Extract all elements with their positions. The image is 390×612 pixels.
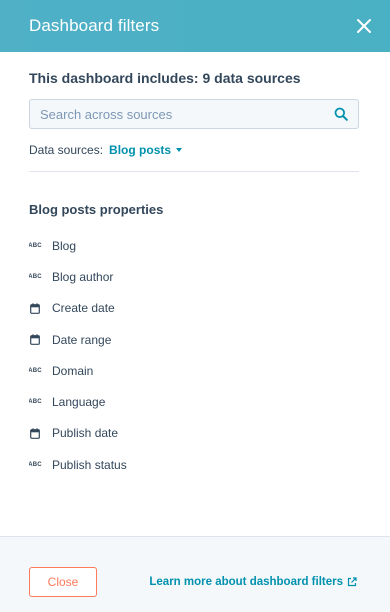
property-label: Publish date — [52, 426, 119, 441]
data-sources-row: Data sources: Blog posts — [29, 143, 359, 157]
divider — [29, 171, 359, 172]
text-property-icon: ABC — [29, 461, 42, 468]
property-list[interactable]: ABC Blog ABC Blog author Create date Date ran… — [29, 230, 359, 478]
property-item[interactable]: ABC Blog — [29, 230, 359, 261]
data-sources-selected: Blog posts — [109, 143, 172, 157]
property-item[interactable]: ABC Publish status — [29, 449, 359, 478]
search-box[interactable] — [29, 99, 359, 129]
text-property-icon: ABC — [29, 273, 42, 280]
data-sources-label: Data sources: — [29, 143, 104, 157]
text-type-glyph: ABC — [29, 273, 42, 280]
search-icon[interactable] — [334, 107, 348, 121]
chevron-down-icon — [176, 148, 183, 152]
text-property-icon: ABC — [29, 367, 42, 374]
text-type-glyph: ABC — [29, 242, 42, 249]
panel-footer: Close Learn more about dashboard filters — [0, 536, 390, 612]
calendar-icon — [29, 428, 41, 439]
property-item[interactable]: Date range — [29, 324, 359, 355]
property-label: Publish status — [52, 457, 127, 472]
data-sources-dropdown[interactable]: Blog posts — [109, 143, 183, 157]
panel-title: Dashboard filters — [29, 16, 160, 35]
close-button[interactable]: Close — [29, 567, 97, 597]
property-label: Language — [52, 395, 106, 410]
panel-body: This dashboard includes: 9 data sources … — [29, 52, 359, 478]
property-item[interactable]: ABC Blog author — [29, 261, 359, 292]
property-item[interactable]: Create date — [29, 293, 359, 324]
property-label: Date range — [52, 332, 112, 347]
text-property-icon: ABC — [29, 399, 42, 406]
external-link-icon — [347, 577, 357, 587]
calendar-icon — [29, 303, 41, 314]
learn-more-label: Learn more about dashboard filters — [149, 576, 343, 588]
property-label: Blog author — [52, 269, 114, 284]
property-label: Blog — [52, 238, 77, 253]
text-property-icon: ABC — [29, 242, 42, 249]
calendar-icon — [29, 334, 41, 345]
text-type-glyph: ABC — [29, 367, 42, 374]
close-icon[interactable] — [354, 16, 374, 36]
section-title: Blog posts properties — [29, 202, 164, 217]
property-item[interactable]: Publish date — [29, 418, 359, 449]
property-label: Domain — [52, 363, 94, 378]
panel-header: Dashboard filters — [0, 0, 390, 52]
learn-more-link[interactable]: Learn more about dashboard filters — [149, 576, 357, 588]
property-label: Create date — [52, 301, 115, 316]
property-item[interactable]: ABC Domain — [29, 355, 359, 386]
search-input[interactable] — [38, 105, 334, 123]
property-item[interactable]: ABC Language — [29, 386, 359, 417]
text-type-glyph: ABC — [29, 461, 42, 468]
text-type-glyph: ABC — [29, 399, 42, 406]
data-sources-count: This dashboard includes: 9 data sources — [29, 70, 301, 86]
